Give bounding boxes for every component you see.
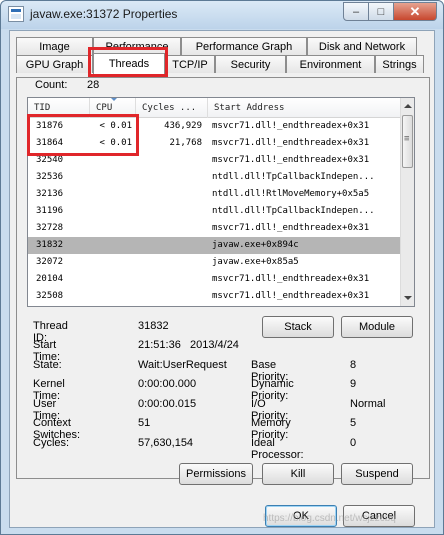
permissions-button[interactable]: Permissions	[179, 463, 253, 485]
table-row[interactable]: 32540 msvcr71.dll!_endthreadex+0x31	[28, 152, 400, 169]
cell-tid: 31196	[36, 206, 64, 216]
table-scrollbar[interactable]	[400, 98, 414, 306]
cell-cpu: < 0.01	[99, 121, 132, 131]
watermark-text: https://blog.csdn.net/wsjzzcbq	[263, 513, 396, 524]
cell-tid: 32508	[36, 291, 64, 301]
stack-button[interactable]: Stack	[262, 316, 334, 338]
ideal-processor-label: Ideal Processor:	[251, 437, 304, 461]
scroll-down-icon[interactable]	[404, 296, 412, 300]
cell-tid: 31876	[36, 121, 64, 131]
thread-id-value: 31832	[138, 320, 169, 332]
cell-start-address: msvcr71.dll!_endthreadex+0x31	[212, 291, 370, 301]
cell-start-address: ntdll.dll!TpCallbackIndepen...	[212, 206, 375, 216]
start-time-value: 21:51:36 2013/4/24	[138, 339, 239, 351]
sort-descending-icon	[110, 98, 118, 101]
table-row[interactable]: 20104 msvcr71.dll!_endthreadex+0x31	[28, 271, 400, 288]
count-label: Count:	[35, 79, 68, 91]
cell-start-address: msvcr71.dll!_endthreadex+0x31	[212, 138, 370, 148]
column-header-tid[interactable]: TID	[28, 98, 90, 118]
memory-priority-value: 5	[350, 417, 357, 429]
cycles-value: 57,630,154	[138, 437, 194, 449]
kernel-time-value: 0:00:00.000	[138, 378, 197, 390]
cell-start-address: ntdll.dll!TpCallbackIndepen...	[212, 172, 375, 182]
table-row[interactable]: 32072 javaw.exe+0x85a5	[28, 254, 400, 271]
context-switches-value: 51	[138, 417, 151, 429]
io-priority-value: Normal	[350, 398, 386, 410]
cell-start-address: ntdll.dll!RtlMoveMemory+0x5a5	[212, 189, 370, 199]
cell-start-address: msvcr71.dll!_endthreadex+0x31	[212, 155, 370, 165]
state-value: Wait:UserRequest	[138, 359, 227, 371]
table-row[interactable]: 31196 ntdll.dll!TpCallbackIndepen...	[28, 203, 400, 220]
column-header-cycles[interactable]: Cycles ...	[136, 98, 208, 118]
table-row[interactable]: 31876 < 0.01 436,929 msvcr71.dll!_endthr…	[28, 118, 400, 135]
table-row[interactable]: 32728 msvcr71.dll!_endthreadex+0x31	[28, 220, 400, 237]
cell-tid: 32728	[36, 223, 64, 233]
tab-strings[interactable]: Strings	[375, 55, 424, 73]
table-row[interactable]: 32508 msvcr71.dll!_endthreadex+0x31	[28, 288, 400, 305]
tab-disk-and-network[interactable]: Disk and Network	[307, 37, 417, 55]
tab-security[interactable]: Security	[215, 55, 286, 73]
cell-start-address: msvcr71.dll!_endthreadex+0x31	[212, 274, 370, 284]
cell-start-address: msvcr71.dll!_endthreadex+0x31	[212, 121, 370, 131]
cell-start-address: javaw.exe+0x894c	[212, 240, 299, 250]
tab-environment[interactable]: Environment	[286, 55, 375, 73]
table-row[interactable]: 32536 ntdll.dll!TpCallbackIndepen...	[28, 169, 400, 186]
dynamic-priority-value: 9	[350, 378, 357, 390]
cell-cycles: 436,929	[164, 121, 202, 131]
table-header: TID CPU Cycles ... Start Address	[28, 98, 400, 118]
tab-threads[interactable]: Threads	[93, 53, 165, 74]
cell-tid: 32072	[36, 257, 64, 267]
cell-tid: 32136	[36, 189, 64, 199]
state-label: State:	[33, 359, 62, 371]
tab-image[interactable]: Image	[16, 37, 93, 55]
module-button[interactable]: Module	[341, 316, 413, 338]
maximize-button[interactable]: □	[368, 2, 394, 21]
tab-performance-graph[interactable]: Performance Graph	[181, 37, 307, 55]
tab-tcp-ip[interactable]: TCP/IP	[165, 55, 215, 73]
cell-tid: 20104	[36, 274, 64, 284]
table-row-selected[interactable]: 31832 javaw.exe+0x894c	[28, 237, 400, 254]
cell-cycles: 21,768	[169, 138, 202, 148]
close-button[interactable]: ✕	[393, 2, 437, 21]
scroll-up-icon[interactable]	[404, 104, 412, 108]
scroll-thumb[interactable]	[402, 115, 413, 168]
minimize-button[interactable]: –	[343, 2, 369, 21]
cell-tid: 31864	[36, 138, 64, 148]
table-row[interactable]: 32136 ntdll.dll!RtlMoveMemory+0x5a5	[28, 186, 400, 203]
cell-tid: 31832	[36, 240, 64, 250]
count-value: 28	[87, 79, 100, 91]
cell-cpu: < 0.01	[99, 138, 132, 148]
user-time-value: 0:00:00.015	[138, 398, 197, 410]
title-bar[interactable]: javaw.exe:31372 Properties – □ ✕	[1, 1, 443, 29]
base-priority-value: 8	[350, 359, 357, 371]
column-header-cpu[interactable]: CPU	[90, 98, 136, 118]
cell-start-address: javaw.exe+0x85a5	[212, 257, 299, 267]
cycles-label: Cycles:	[33, 437, 70, 449]
column-header-start-address[interactable]: Start Address	[208, 98, 400, 118]
suspend-button[interactable]: Suspend	[341, 463, 413, 485]
cell-tid: 32536	[36, 172, 64, 182]
tab-gpu-graph[interactable]: GPU Graph	[16, 55, 93, 73]
window-title: javaw.exe:31372 Properties	[30, 7, 178, 21]
cell-start-address: msvcr71.dll!_endthreadex+0x31	[212, 223, 370, 233]
kill-button[interactable]: Kill	[262, 463, 334, 485]
properties-window: javaw.exe:31372 Properties – □ ✕ Image P…	[0, 0, 444, 535]
app-icon	[8, 6, 24, 22]
table-row[interactable]: 31864 < 0.01 21,768 msvcr71.dll!_endthre…	[28, 135, 400, 152]
threads-table[interactable]: TID CPU Cycles ... Start Address 31876 <…	[27, 97, 415, 307]
cell-tid: 32540	[36, 155, 64, 165]
ideal-processor-value: 0	[350, 437, 357, 449]
